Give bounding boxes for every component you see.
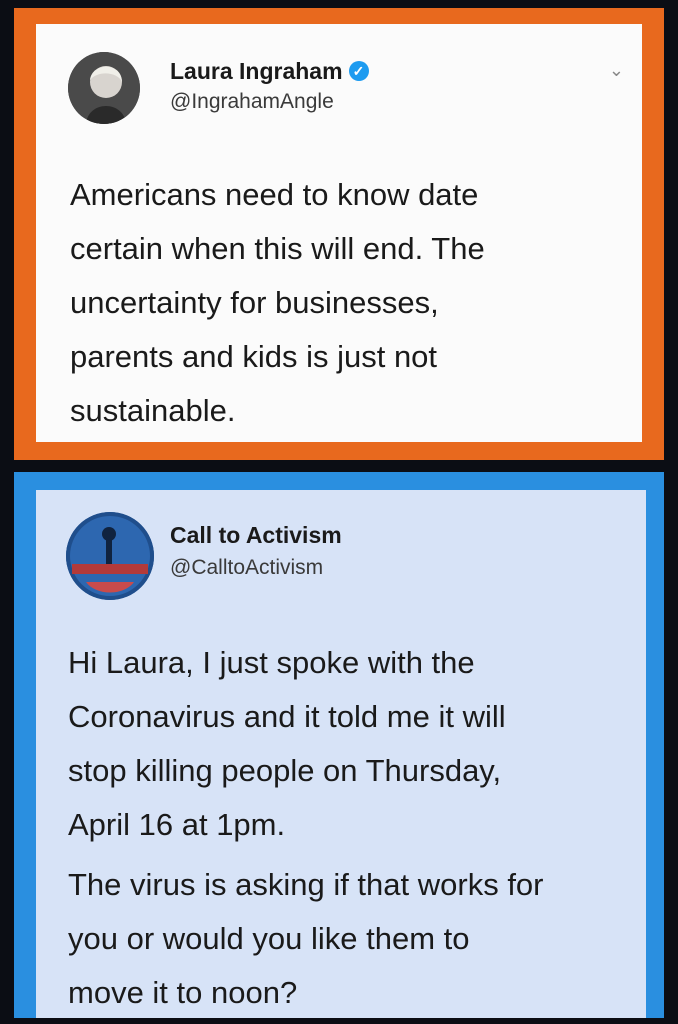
verified-badge-icon: ✓	[348, 60, 369, 81]
display-name-text: Laura Ingraham	[170, 58, 343, 84]
tweet-text-line: uncertainty for businesses,	[70, 285, 439, 320]
tweet-text: Americans need to know date certain when…	[70, 168, 630, 438]
tweet-card-body: Call to Activism @CalltoActivism Hi Laur…	[36, 490, 646, 1018]
avatar[interactable]	[66, 512, 154, 600]
tweet-text-paragraph-2: The virus is asking if that works for yo…	[68, 858, 648, 1020]
tweet-text-line: parents and kids is just not	[70, 339, 438, 374]
avatar-image	[66, 512, 154, 600]
tweet-text-line: Americans need to know date	[70, 177, 479, 212]
display-name[interactable]: Call to Activism	[170, 522, 342, 549]
tweet-card-body: Laura Ingraham ✓ @IngrahamAngle ⌄ America…	[36, 24, 642, 442]
user-handle[interactable]: @CalltoActivism	[170, 556, 323, 580]
tweet-text-line: Coronavirus and it told me it will	[68, 699, 506, 734]
tweet-text-line: certain when this will end. The	[70, 231, 485, 266]
tweet-text-line: Hi Laura, I just spoke with the	[68, 645, 475, 680]
avatar[interactable]	[68, 52, 140, 124]
tweet-text-line: The virus is asking if that works for	[68, 867, 544, 902]
tweet-text-line: move it to noon?	[68, 975, 298, 1010]
tweet-card-activism: Call to Activism @CalltoActivism Hi Laur…	[14, 472, 664, 1018]
tweet-card-ingraham: Laura Ingraham ✓ @IngrahamAngle ⌄ America…	[14, 8, 664, 460]
display-name[interactable]: Laura Ingraham ✓	[170, 58, 369, 85]
tweet-text-line: stop killing people on Thursday,	[68, 753, 502, 788]
tweet-text-line: April 16 at 1pm.	[68, 807, 286, 842]
tweet-text-line: sustainable.	[70, 393, 236, 428]
chevron-down-icon[interactable]: ⌄	[609, 60, 624, 81]
tweet-text-line: you or would you like them to	[68, 921, 470, 956]
tweet-text: Hi Laura, I just spoke with the Coronavi…	[68, 636, 648, 1020]
user-handle[interactable]: @IngrahamAngle	[170, 90, 334, 114]
avatar-image	[68, 52, 140, 124]
